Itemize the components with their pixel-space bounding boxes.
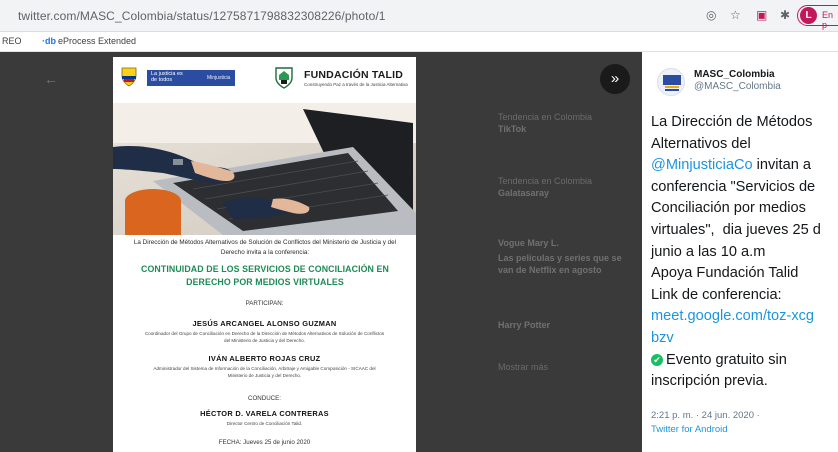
feed-item: Vogue Mary L. [498, 238, 559, 248]
bookmark-reo[interactable]: REO [2, 36, 22, 46]
back-arrow-icon[interactable]: ← [40, 68, 62, 90]
tweet-avatar[interactable] [657, 68, 685, 96]
laptop-photo [113, 103, 416, 235]
speaker-role: Coordinador del Grupo de Conciliación en… [144, 331, 385, 343]
tweet-text-part: invitan a conferencia "Servicios de Conc… [651, 157, 821, 303]
feed-item: Tendencia en Colombia [498, 112, 593, 122]
shield-ext-icon[interactable]: ▣ [756, 8, 767, 22]
eprocess-icon: ·db [42, 36, 56, 46]
tweet-text: La Dirección de Métodos Alternativos del… [651, 112, 838, 393]
org-subtitle: Construyendo Paz a través de la Justicia… [304, 82, 408, 87]
colombia-shield-icon [121, 67, 137, 87]
bookmarks-bar: REO ·db eProcess Extended [0, 32, 838, 52]
poster-image: La justicia es de todos Minjusticia FUND… [113, 57, 416, 452]
address-bar[interactable]: twitter.com/MASC_Colombia/status/1275871… [18, 9, 386, 23]
tweet-display-name[interactable]: MASC_Colombia [694, 69, 775, 80]
meet-link[interactable]: meet.google.com/toz-xcg bzv [651, 308, 814, 346]
speaker-name: IVÁN ALBERTO ROJAS CRUZ [208, 354, 321, 363]
mention-link[interactable]: @MinjusticiaCo [651, 157, 753, 173]
feed-item: TikTok [498, 124, 527, 134]
profile-label: En p [822, 10, 834, 30]
poster-headline: CONTINUIDAD DE LOS SERVICIOS DE CONCILIA… [141, 264, 389, 287]
tweet-text-part: Evento gratuito sin inscripción previa. [651, 351, 787, 390]
puzzle-icon[interactable]: ✱ [780, 8, 790, 22]
tweet-text-part: La Dirección de Métodos Alternativos del [651, 114, 813, 152]
next-photo-button[interactable]: » [600, 64, 630, 94]
star-icon[interactable]: ☆ [730, 8, 741, 22]
event-date: FECHA: Jueves 25 de junio 2020 [218, 439, 311, 446]
check-icon: ✔ [651, 353, 663, 366]
target-icon[interactable]: ◎ [706, 8, 716, 22]
tweet-handle[interactable]: @MASC_Colombia [694, 81, 781, 92]
speaker-name: JESÚS ARCANGEL ALONSO GUZMAN [192, 319, 337, 328]
tweet-source[interactable]: Twitter for Android [651, 424, 728, 435]
host-role: Director Centro de Conciliación Talid. [226, 421, 303, 426]
poster-header: La justicia es de todos Minjusticia FUND… [113, 57, 416, 101]
feed-item: Tendencia en Colombia [498, 176, 593, 186]
talid-logo-icon [275, 67, 293, 89]
participan-label: PARTICIPAN: [245, 300, 284, 307]
speaker-role: Administrador del Sistema de Información… [153, 366, 376, 378]
bookmark-eprocess[interactable]: eProcess Extended [58, 36, 136, 46]
poster-intro: La Dirección de Métodos Alternativos de … [133, 239, 397, 256]
gov-logo-sub: Minjusticia [207, 75, 231, 81]
host-name: HÉCTOR D. VARELA CONTRERAS [200, 409, 329, 418]
feed-item: Harry Potter [498, 320, 551, 330]
avatar[interactable]: L [800, 7, 817, 24]
conduce-label: CONDUCE: [247, 395, 281, 402]
org-title: FUNDACIÓN TALID [304, 69, 404, 81]
feed-item: Mostrar más [498, 362, 549, 372]
browser-toolbar: twitter.com/MASC_Colombia/status/1275871… [0, 0, 838, 32]
gov-logo-text: La justicia es de todos [151, 71, 183, 83]
tweet-timestamp[interactable]: 2:21 p. m. · 24 jun. 2020 · [651, 410, 760, 421]
feed-item: Galatasaray [498, 188, 550, 198]
feed-item: Las películas y series que se van de Net… [498, 253, 622, 275]
